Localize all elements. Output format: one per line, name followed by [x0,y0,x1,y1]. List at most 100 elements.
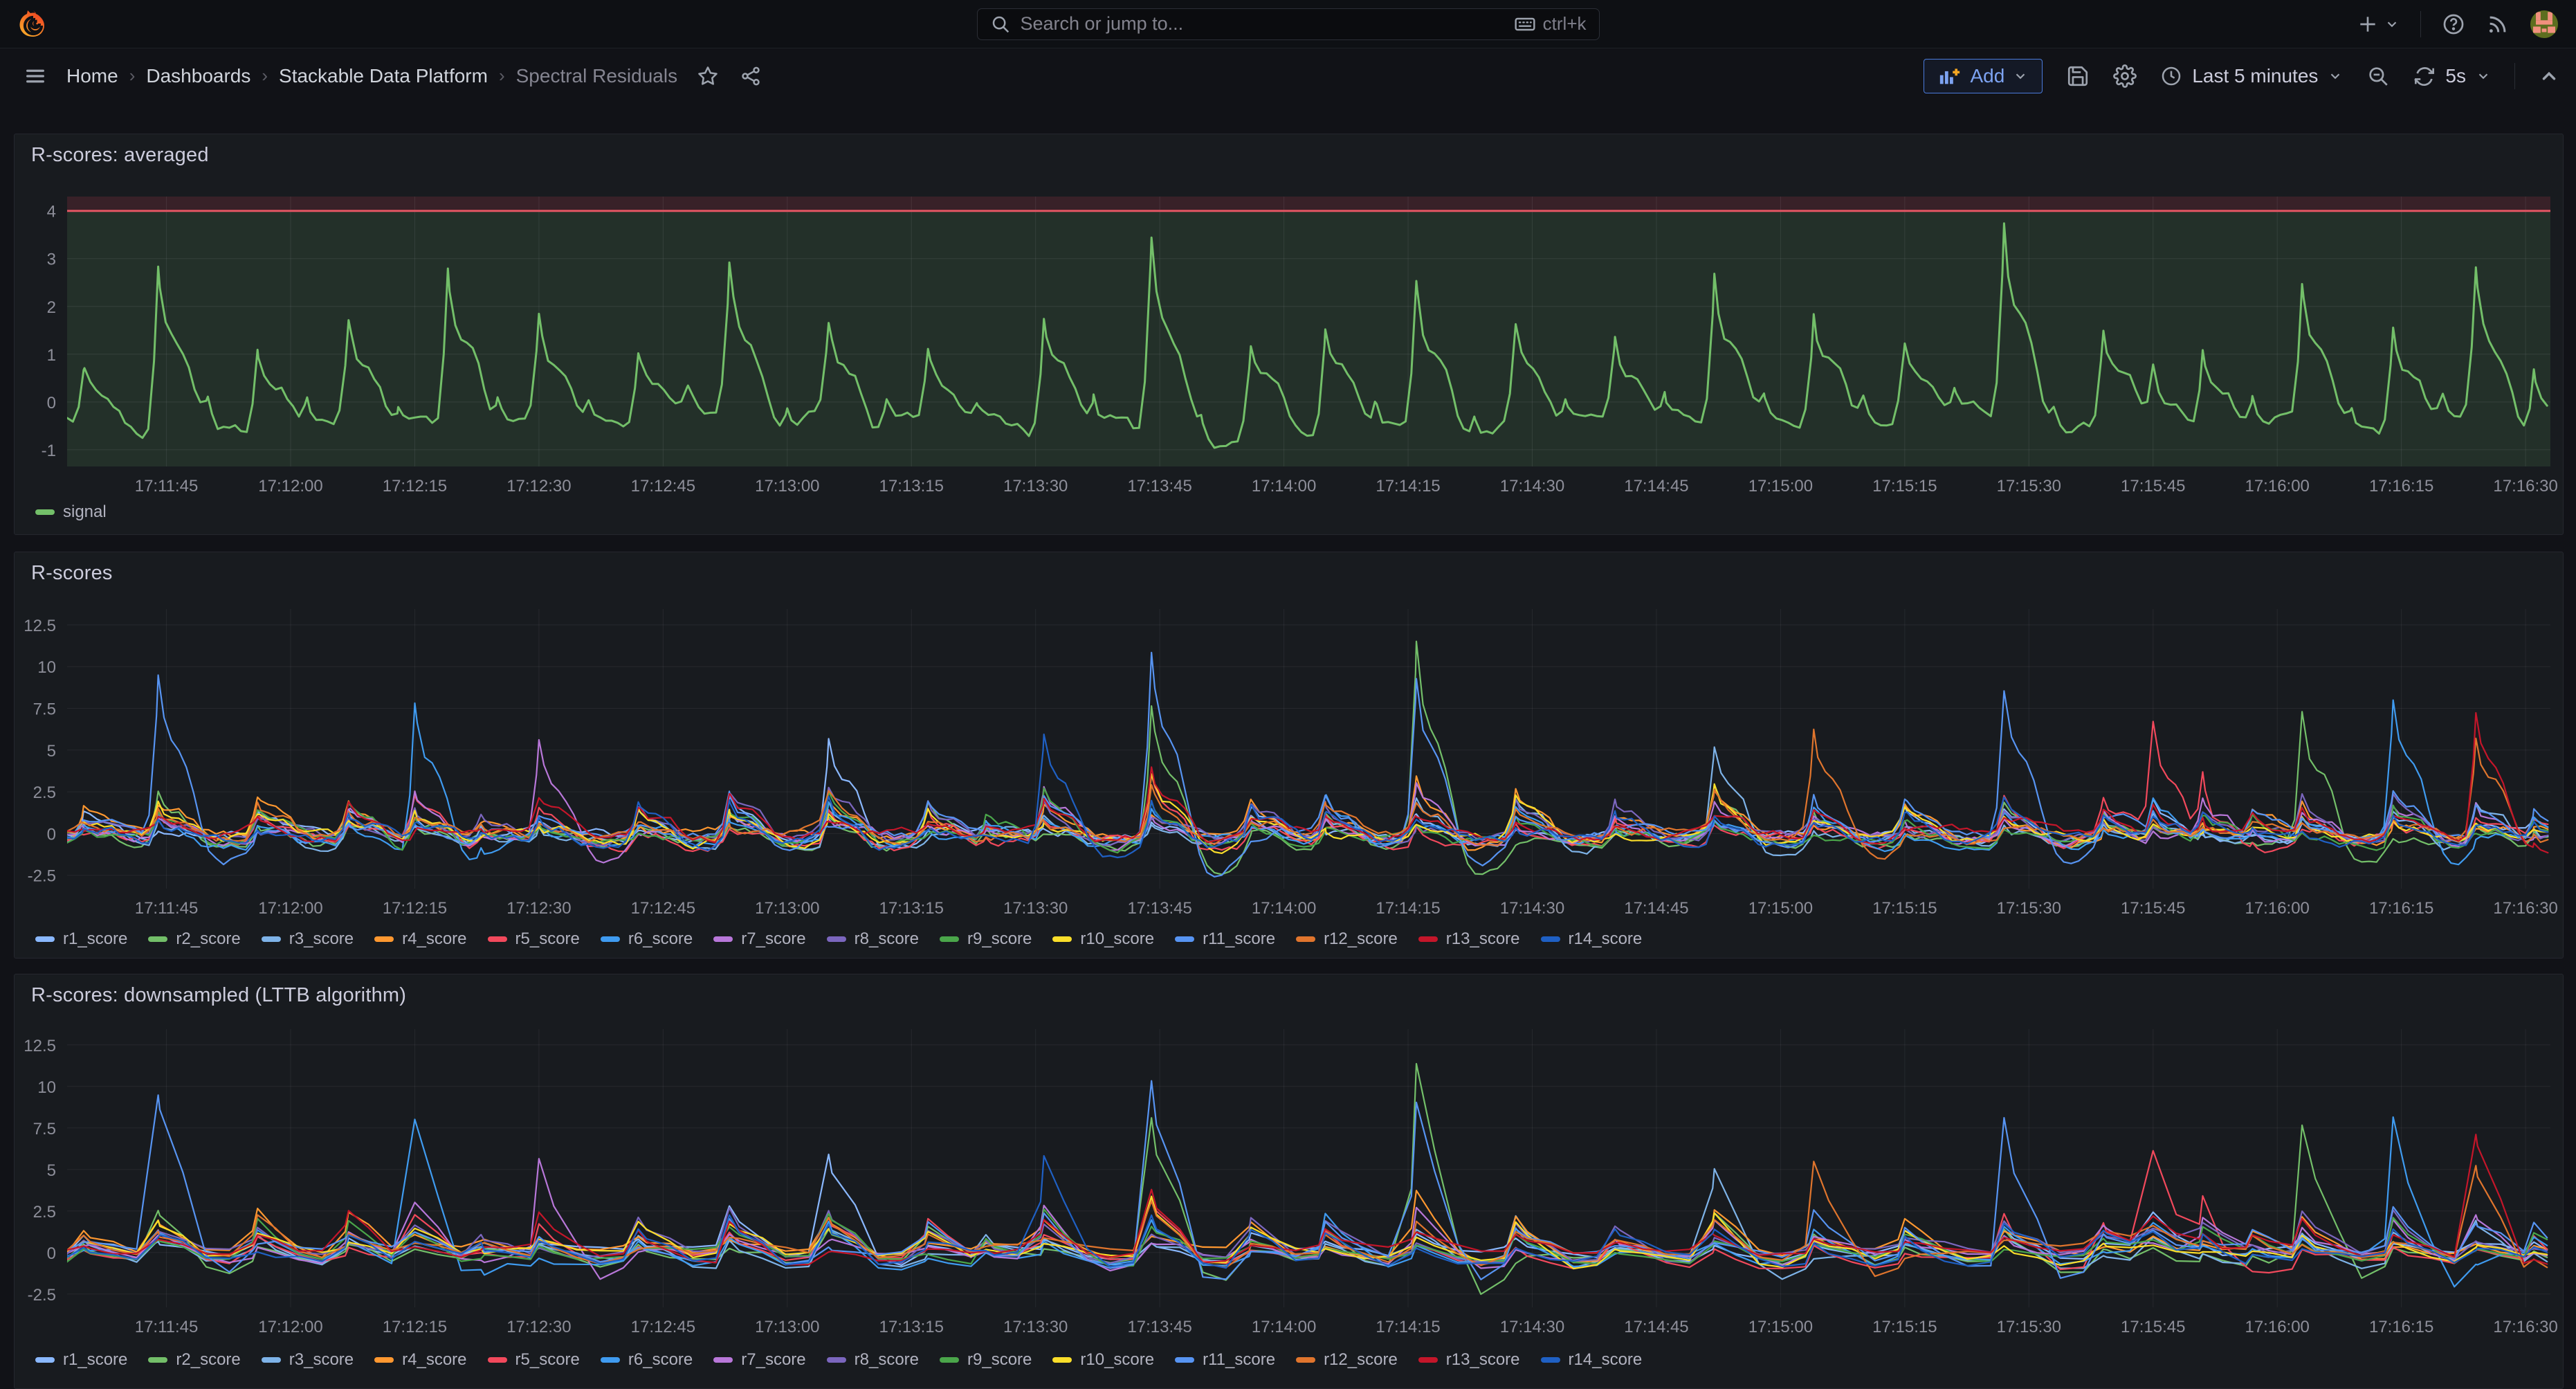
add-panel-button[interactable]: Add [1924,59,2043,93]
series-color-chip [35,1357,55,1363]
chevron-down-icon [2476,69,2491,84]
legend-label: r12_score [1324,929,1398,949]
save-dashboard-icon[interactable] [2066,64,2090,88]
legend-item-r12_score[interactable]: r12_score [1296,1350,1398,1370]
legend-item-r4_score[interactable]: r4_score [374,1350,466,1370]
threshold-region-ok [67,211,2550,466]
svg-text:17:13:30: 17:13:30 [1003,899,1068,918]
toolbar-divider [2514,63,2515,89]
legend-item-r2_score[interactable]: r2_score [148,929,240,949]
legend-label: r9_score [967,1350,1032,1370]
svg-text:17:14:45: 17:14:45 [1624,899,1688,918]
svg-text:7.5: 7.5 [33,700,56,719]
series-color-chip [940,936,959,942]
news-rss-icon[interactable] [2486,12,2510,36]
legend-item-r6_score[interactable]: r6_score [601,929,693,949]
legend-item-r2_score[interactable]: r2_score [148,1350,240,1370]
legend-item-r8_score[interactable]: r8_score [827,1350,919,1370]
legend-label: r2_score [176,929,240,949]
new-menu-button[interactable] [2357,13,2400,35]
legend-item-r11_score[interactable]: r11_score [1175,929,1275,949]
legend-item-r10_score[interactable]: r10_score [1052,1350,1154,1370]
svg-text:17:16:30: 17:16:30 [2493,1318,2557,1336]
legend-item-r14_score[interactable]: r14_score [1541,1350,1643,1370]
svg-text:17:12:30: 17:12:30 [506,477,571,496]
search-shortcut-label: ctrl+k [1543,13,1587,35]
breadcrumb-current-dashboard: Spectral Residuals [516,65,677,87]
series-color-chip [713,936,733,942]
legend-item-r6_score[interactable]: r6_score [601,1350,693,1370]
series-color-chip [35,936,55,942]
breadcrumb-dashboards[interactable]: Dashboards [146,65,250,87]
svg-text:12.5: 12.5 [24,1037,56,1055]
share-icon[interactable] [740,65,762,87]
legend-item-r5_score[interactable]: r5_score [488,1350,580,1370]
breadcrumb-home[interactable]: Home [66,65,118,87]
search-input[interactable]: Search or jump to... ctrl+k [977,8,1600,40]
zoom-out-icon[interactable] [2366,64,2390,88]
search-icon [990,14,1011,35]
svg-text:17:14:15: 17:14:15 [1376,477,1440,496]
series-line-r6_score [67,1117,2547,1287]
legend-item-r9_score[interactable]: r9_score [940,1350,1032,1370]
grafana-logo[interactable] [18,9,48,39]
user-avatar[interactable] [2530,10,2558,38]
series-color-chip [488,936,507,942]
legend-item-r13_score[interactable]: r13_score [1418,1350,1520,1370]
chart-r-scores-downsampled: 12.5107.552.50-2.517:11:4517:12:0017:12:… [15,974,2563,1388]
collapse-topbar-icon[interactable] [2539,66,2559,87]
svg-text:17:14:30: 17:14:30 [1500,1318,1564,1336]
legend-item-r12_score[interactable]: r12_score [1296,929,1398,949]
breadcrumb-separator: › [262,65,268,87]
time-range-picker[interactable]: Last 5 minutes [2160,65,2343,87]
svg-text:17:12:45: 17:12:45 [631,477,695,496]
breadcrumb-folder[interactable]: Stackable Data Platform [279,65,488,87]
refresh-picker[interactable]: 5s [2413,65,2491,87]
legend-label: r1_score [63,929,127,949]
series-color-chip [713,1357,733,1363]
breadcrumb: Home › Dashboards › Stackable Data Platf… [66,65,677,87]
legend-item-r3_score[interactable]: r3_score [262,1350,354,1370]
chart-r-scores: 12.5107.552.50-2.517:11:4517:12:0017:12:… [15,552,2563,958]
series-color-chip [940,1357,959,1363]
legend-item-r9_score[interactable]: r9_score [940,929,1032,949]
legend-item-r11_score[interactable]: r11_score [1175,1350,1275,1370]
legend-item-r10_score[interactable]: r10_score [1052,929,1154,949]
dashboard-settings-icon[interactable] [2113,64,2137,88]
legend-item-signal[interactable]: signal [35,502,107,522]
legend-item-r13_score[interactable]: r13_score [1418,929,1520,949]
svg-text:3: 3 [47,251,56,269]
legend-item-r14_score[interactable]: r14_score [1541,929,1643,949]
panel-r-scores-downsampled: R-scores: downsampled (LTTB algorithm)12… [14,974,2564,1389]
series-line-r3_score [67,1169,2547,1280]
clock-icon [2160,65,2182,87]
help-icon[interactable] [2442,12,2465,36]
series-lines [67,1064,2547,1294]
legend-item-r1_score[interactable]: r1_score [35,929,127,949]
svg-text:17:12:45: 17:12:45 [631,899,695,918]
series-lines [67,642,2548,877]
svg-text:17:15:15: 17:15:15 [1872,1318,1937,1336]
svg-text:17:12:30: 17:12:30 [506,1318,571,1336]
legend-item-r7_score[interactable]: r7_score [713,929,805,949]
menu-toggle-icon[interactable] [24,64,47,88]
series-color-chip [1418,936,1438,942]
legend-item-r1_score[interactable]: r1_score [35,1350,127,1370]
legend-item-r8_score[interactable]: r8_score [827,929,919,949]
legend-label: r11_score [1203,1350,1275,1370]
legend-item-r5_score[interactable]: r5_score [488,929,580,949]
svg-text:17:15:00: 17:15:00 [1748,899,1813,918]
legend-label: r7_score [741,1350,805,1370]
refresh-interval-label: 5s [2445,65,2466,87]
svg-text:17:15:15: 17:15:15 [1872,899,1937,918]
svg-text:17:13:15: 17:13:15 [879,899,944,918]
series-color-chip [1052,1357,1072,1363]
legend-item-r7_score[interactable]: r7_score [713,1350,805,1370]
legend-item-r3_score[interactable]: r3_score [262,929,354,949]
dashboard-toolbar: Home › Dashboards › Stackable Data Platf… [0,49,2576,102]
svg-text:17:13:15: 17:13:15 [879,477,944,496]
legend-item-r4_score[interactable]: r4_score [374,929,466,949]
chevron-down-icon [2328,69,2343,84]
favorite-star-icon[interactable] [697,65,719,87]
svg-text:17:15:45: 17:15:45 [2121,1318,2185,1336]
